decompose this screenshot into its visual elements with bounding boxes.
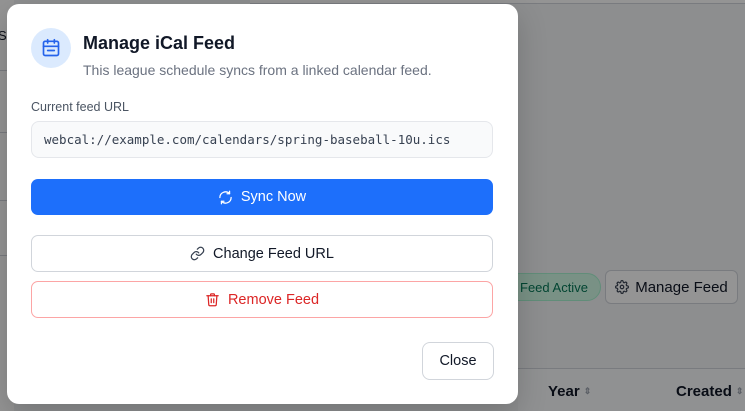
link-icon bbox=[190, 246, 205, 261]
remove-feed-label: Remove Feed bbox=[227, 291, 320, 308]
trash-icon bbox=[206, 293, 219, 307]
modal-icon-circle bbox=[31, 28, 71, 68]
modal-subtitle: This league schedule syncs from a linked… bbox=[83, 62, 432, 78]
sync-now-button[interactable]: Sync Now bbox=[31, 179, 493, 215]
modal-title: Manage iCal Feed bbox=[83, 33, 236, 53]
calendar-icon bbox=[42, 38, 60, 57]
remove-feed-button[interactable]: Remove Feed bbox=[31, 281, 493, 318]
close-button[interactable]: Close bbox=[422, 342, 494, 380]
change-feed-url-label: Change Feed URL bbox=[213, 245, 334, 262]
refresh-icon bbox=[219, 190, 232, 204]
feed-url-label: Current feed URL bbox=[31, 100, 129, 114]
feed-url-field[interactable]: webcal://example.com/calendars/spring-ba… bbox=[31, 121, 493, 158]
sync-now-label: Sync Now bbox=[240, 189, 307, 205]
change-feed-url-button[interactable]: Change Feed URL bbox=[31, 235, 493, 272]
manage-ical-feed-modal: Manage iCal Feed This league schedule sy… bbox=[7, 4, 518, 404]
